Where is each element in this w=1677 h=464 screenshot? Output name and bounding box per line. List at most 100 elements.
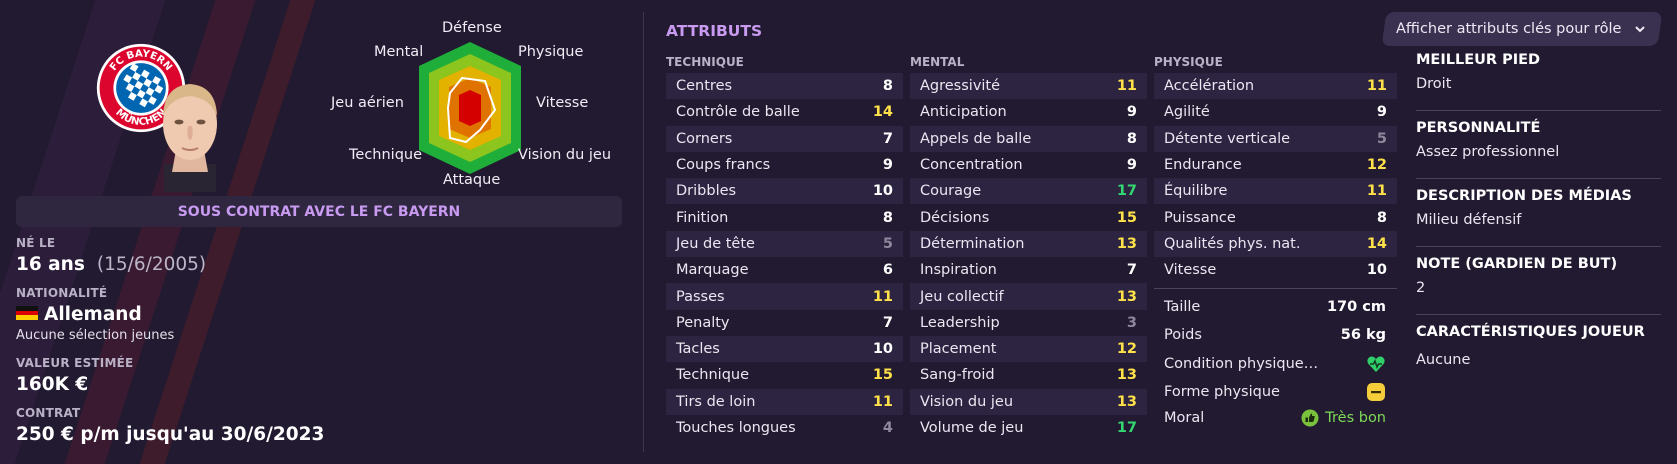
heart-icon[interactable] — [1366, 354, 1386, 374]
nationality-value[interactable]: Allemand — [16, 304, 142, 325]
attribute-name: Volume de jeu — [920, 420, 1024, 436]
attribute-row[interactable]: Vitesse 10 — [1154, 257, 1397, 283]
physique-header: PHYSIQUE — [1154, 55, 1223, 69]
youth-caps: Aucune sélection jeunes — [16, 328, 175, 343]
attribute-row[interactable]: Coups francs 9 — [666, 152, 903, 178]
attribute-row[interactable]: Détermination 13 — [910, 230, 1147, 258]
attribute-row[interactable]: Finition 8 — [666, 204, 903, 230]
attribute-value: 15 — [872, 367, 893, 384]
attribute-row[interactable]: Passes 11 — [666, 283, 903, 310]
attribute-name: Tacles — [676, 341, 720, 358]
form-row[interactable]: Forme physique — [1164, 382, 1386, 402]
attribute-row[interactable]: Qualités phys. nat. 14 — [1154, 230, 1397, 258]
attribute-value: 11 — [1366, 183, 1387, 200]
attribute-value: 5 — [1376, 130, 1387, 147]
attribute-name: Leadership — [920, 314, 1000, 331]
birth-date: (15/6/2005) — [96, 254, 207, 275]
nationality-text: Allemand — [44, 304, 142, 325]
physique-attributes: Accélération 11 Agilité 9 Détente verticale 5… — [1154, 73, 1397, 283]
attribute-row[interactable]: Agilité 9 — [1154, 99, 1397, 125]
attribute-name: Concentration — [920, 157, 1023, 174]
radar-label-physique: Physique — [518, 44, 584, 60]
attribute-name: Centres — [676, 78, 733, 95]
goalkeeper-rating-value: 2 — [1416, 280, 1426, 296]
attribute-name: Dribbles — [676, 183, 737, 200]
attribute-row[interactable]: Marquage 6 — [666, 257, 903, 283]
attributes-title: ATTRIBUTS — [666, 22, 763, 40]
attribute-row[interactable]: Contrôle de balle 14 — [666, 99, 903, 125]
attribute-name: Penalty — [676, 314, 730, 331]
attribute-row[interactable]: Penalty 7 — [666, 310, 903, 336]
attribute-value: 11 — [1366, 78, 1387, 95]
attribute-value: 7 — [882, 130, 893, 147]
form-label: Forme physique — [1164, 384, 1280, 400]
attribute-value: 12 — [1366, 157, 1387, 174]
attribute-row[interactable]: Courage 17 — [910, 178, 1147, 205]
player-traits-value: Aucune — [1416, 352, 1471, 368]
attribute-row[interactable]: Concentration 9 — [910, 152, 1147, 178]
attribute-row[interactable]: Tirs de loin 11 — [666, 388, 903, 415]
attribute-row[interactable]: Anticipation 9 — [910, 99, 1147, 125]
attribute-name: Puissance — [1164, 209, 1236, 226]
attribute-row[interactable]: Appels de balle 8 — [910, 125, 1147, 152]
morale-value: Très bon — [1325, 410, 1386, 426]
contract-status-banner[interactable]: SOUS CONTRAT AVEC LE FC BAYERN — [16, 196, 622, 227]
attribute-row[interactable]: Endurance 12 — [1154, 152, 1397, 178]
attribute-row[interactable]: Touches longues 4 — [666, 415, 903, 441]
attribute-name: Touches longues — [676, 420, 796, 436]
mental-header: MENTAL — [910, 55, 965, 69]
attribute-radar-chart[interactable] — [410, 38, 530, 178]
attribute-value: 17 — [1116, 420, 1137, 436]
attribute-value: 12 — [1116, 341, 1137, 358]
attribute-row[interactable]: Vision du jeu 13 — [910, 388, 1147, 415]
media-description-section[interactable]: DESCRIPTION DES MÉDIAS Milieu défensif — [1416, 188, 1661, 228]
condition-row[interactable]: Condition physique… — [1164, 354, 1386, 374]
role-key-attributes-button-label[interactable]: Afficher attributs clés pour rôle — [1396, 21, 1646, 37]
attribute-row[interactable]: Agressivité 11 — [910, 73, 1147, 100]
attribute-row[interactable]: Détente verticale 5 — [1154, 125, 1397, 152]
attribute-row[interactable]: Leadership 3 — [910, 310, 1147, 336]
media-description-label: DESCRIPTION DES MÉDIAS — [1416, 188, 1632, 204]
attribute-row[interactable]: Inspiration 7 — [910, 257, 1147, 283]
attribute-row[interactable]: Jeu de tête 5 — [666, 230, 903, 258]
morale-row[interactable]: Moral Très bon — [1164, 409, 1386, 427]
attribute-row[interactable]: Jeu collectif 13 — [910, 283, 1147, 310]
attribute-value: 9 — [1126, 104, 1137, 121]
attribute-name: Anticipation — [920, 104, 1007, 121]
attribute-row[interactable]: Corners 7 — [666, 125, 903, 152]
attribute-value: 11 — [872, 393, 893, 410]
side-divider — [1416, 178, 1661, 179]
attribute-row[interactable]: Accélération 11 — [1154, 73, 1397, 100]
attribute-row[interactable]: Centres 8 — [666, 73, 903, 100]
attribute-value: 7 — [882, 314, 893, 331]
attribute-value: 15 — [1116, 209, 1137, 226]
personality-section[interactable]: PERSONNALITÉ Assez professionnel — [1416, 120, 1661, 160]
radar-label-technique: Technique — [349, 147, 423, 163]
age-text: 16 ans — [16, 254, 85, 275]
player-traits-section[interactable]: CARACTÉRISTIQUES JOUEUR Aucune — [1416, 324, 1661, 368]
attribute-value: 13 — [1116, 367, 1137, 384]
attribute-row[interactable]: Puissance 8 — [1154, 204, 1397, 230]
attribute-value: 10 — [872, 183, 893, 200]
attribute-value: 13 — [1116, 393, 1137, 410]
height-label: Taille — [1164, 299, 1201, 315]
attribute-row[interactable]: Tacles 10 — [666, 335, 903, 363]
attribute-name: Vision du jeu — [920, 393, 1014, 410]
attribute-name: Détente verticale — [1164, 130, 1291, 147]
attribute-name: Finition — [676, 209, 729, 226]
attribute-value: 10 — [872, 341, 893, 358]
attribute-row[interactable]: Décisions 15 — [910, 204, 1147, 230]
attribute-row[interactable]: Équilibre 11 — [1154, 178, 1397, 205]
attribute-row[interactable]: Technique 15 — [666, 362, 903, 388]
physique-separator — [1154, 288, 1397, 289]
attribute-row[interactable]: Placement 12 — [910, 335, 1147, 363]
neutral-face-icon[interactable] — [1366, 382, 1386, 402]
attribute-row[interactable]: Sang-froid 13 — [910, 362, 1147, 388]
attribute-row[interactable]: Dribbles 10 — [666, 178, 903, 205]
attribute-value: 14 — [1366, 235, 1387, 252]
attribute-name: Corners — [676, 130, 733, 147]
morale-status: Très bon — [1301, 409, 1386, 427]
mental-attributes: Agressivité 11 Anticipation 9 Appels de ball… — [910, 73, 1147, 441]
attribute-value: 6 — [882, 262, 893, 279]
attribute-row[interactable]: Volume de jeu 17 — [910, 415, 1147, 441]
